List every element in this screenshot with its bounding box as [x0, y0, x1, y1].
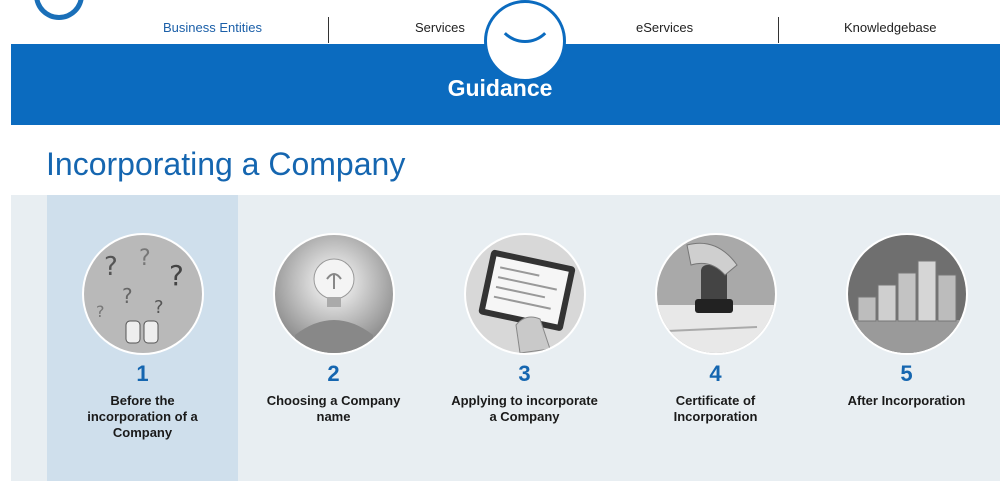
wooden-blocks-icon [848, 235, 966, 353]
tablet-form-icon [466, 235, 584, 353]
stamp-icon [657, 235, 775, 353]
page-title: Incorporating a Company [46, 146, 406, 182]
lightbulb-icon [275, 235, 393, 353]
step-number: 5 [900, 361, 913, 386]
nav-eservices[interactable]: eServices [636, 20, 693, 35]
svg-text:?: ? [104, 252, 118, 282]
step-number: 2 [327, 361, 340, 386]
nav-business-entities[interactable]: Business Entities [163, 20, 262, 35]
nav-divider [328, 17, 329, 43]
step-number: 4 [709, 361, 722, 386]
svg-text:?: ? [169, 259, 184, 292]
svg-text:?: ? [122, 284, 133, 308]
step-label: Certificate of Incorporation [673, 393, 758, 424]
svg-text:?: ? [96, 302, 105, 321]
nav-knowledgebase[interactable]: Knowledgebase [844, 20, 937, 35]
step-label: After Incorporation [847, 393, 966, 408]
step-label: Choosing a Company name [266, 393, 401, 424]
step-after-incorporation[interactable]: 5 After Incorporation [811, 195, 1000, 481]
guidance-emblem-icon [484, 0, 566, 82]
banner-title: Guidance [447, 75, 553, 101]
svg-text:?: ? [139, 246, 151, 271]
nav-divider [778, 17, 779, 43]
svg-text:?: ? [154, 297, 164, 318]
step-number: 3 [518, 361, 531, 386]
step-applying[interactable]: 3 Applying to incorporate a Company [429, 195, 620, 481]
step-choosing-name[interactable]: 2 Choosing a Company name [238, 195, 429, 481]
step-label: Applying to incorporate a Company [451, 393, 598, 424]
step-number: 1 [136, 361, 149, 386]
question-marks-icon: ? ? ? ? ? ? [84, 235, 202, 353]
nav-services[interactable]: Services [415, 20, 465, 35]
step-before-incorporation[interactable]: ? ? ? ? ? ? 1 Before the incorporation o… [47, 195, 238, 481]
step-certificate[interactable]: 4 Certificate of Incorporation [620, 195, 811, 481]
step-label: Before the incorporation of a Company [87, 393, 198, 440]
